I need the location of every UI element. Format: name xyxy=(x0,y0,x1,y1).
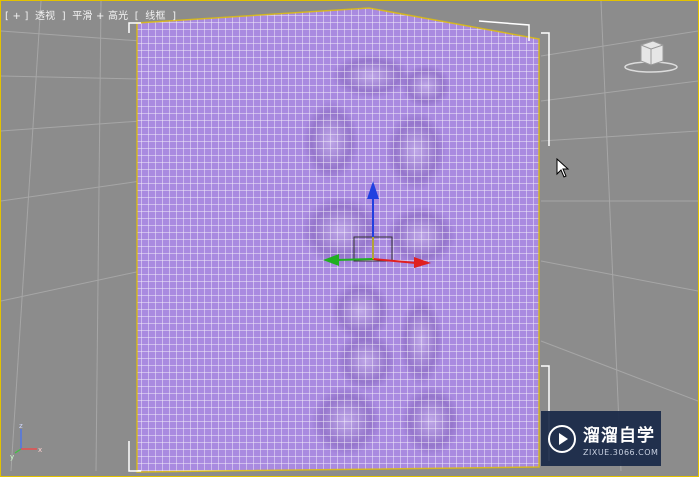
wall-mesh[interactable] xyxy=(136,7,540,473)
viewport-bracket-open: [ xyxy=(134,11,139,22)
axis-label-z: z xyxy=(19,422,23,430)
axis-label-x: x xyxy=(38,446,42,454)
axis-label-y: y xyxy=(10,453,14,461)
viewport-scene[interactable] xyxy=(1,1,698,476)
perspective-viewport[interactable]: [ + ] 透视 ] 平滑 + 高光 [ 线框 ] z x y 溜溜自学 ZIX… xyxy=(0,0,699,477)
viewport-wireframe-label[interactable]: 线框 xyxy=(145,11,165,22)
watermark-url: ZIXUE.3066.COM xyxy=(583,447,659,457)
mouse-cursor-icon xyxy=(556,158,570,178)
viewport-label[interactable]: [ + ] 透视 ] 平滑 + 高光 [ 线框 ] xyxy=(5,7,179,22)
viewport-menu[interactable]: [ + ] xyxy=(5,11,29,22)
viewport-shading-label[interactable]: 平滑 + 高光 xyxy=(72,11,128,22)
viewport-pov-label[interactable]: 透视 xyxy=(35,11,55,22)
viewport-bracket-close: ] xyxy=(61,11,66,22)
watermark: 溜溜自学 ZIXUE.3066.COM xyxy=(541,411,661,466)
axis-tripod-icon: z x y xyxy=(9,421,49,461)
viewport-bracket-end: ] xyxy=(172,11,177,22)
watermark-logo-icon xyxy=(548,424,576,453)
watermark-title: 溜溜自学 xyxy=(583,425,655,446)
viewcube-icon[interactable] xyxy=(623,37,679,75)
